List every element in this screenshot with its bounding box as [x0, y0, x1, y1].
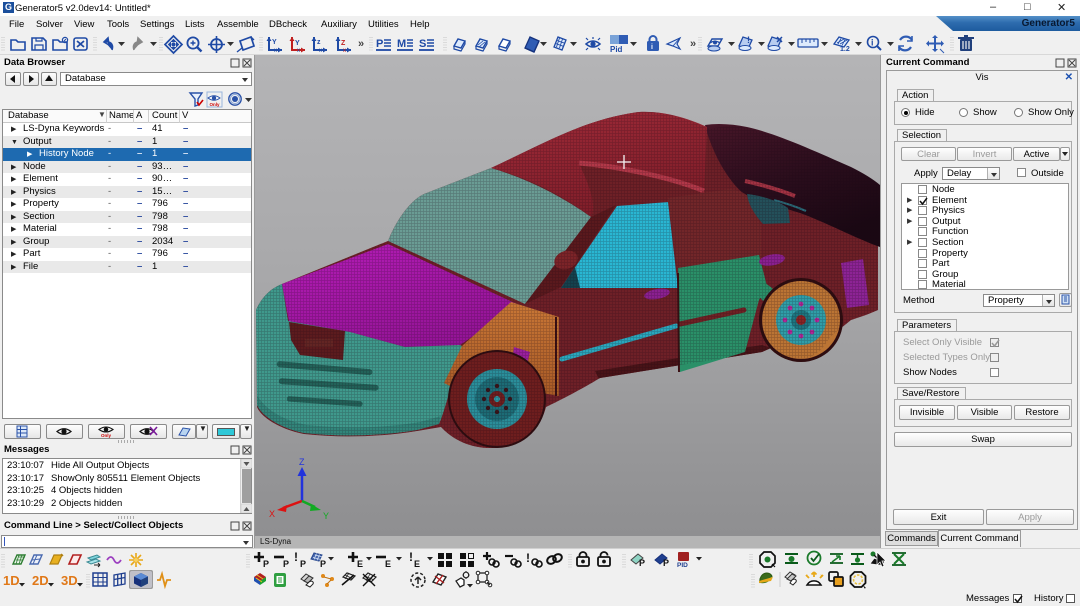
svg-text:Pid: Pid [610, 45, 623, 54]
svg-text:P: P [283, 559, 289, 569]
svg-text:x: x [274, 48, 277, 54]
svg-text:!: ! [526, 551, 530, 565]
svg-text:1D: 1D [3, 573, 20, 588]
svg-text:P: P [376, 38, 383, 50]
svg-text:X: X [269, 509, 275, 519]
svg-text:3D: 3D [61, 573, 78, 588]
svg-text:i: i [651, 44, 653, 51]
svg-text:»: » [358, 38, 364, 50]
svg-text:E: E [414, 559, 420, 569]
svg-text:2D: 2D [32, 573, 49, 588]
svg-text:P: P [263, 559, 269, 569]
svg-text:!: ! [747, 35, 750, 45]
svg-text:Z: Z [299, 457, 305, 467]
svg-text:z: z [317, 39, 321, 46]
svg-text:!: ! [409, 550, 413, 564]
svg-text:Y: Y [323, 511, 329, 521]
svg-text:S: S [419, 38, 426, 50]
svg-text:P: P [300, 559, 306, 569]
svg-text:!: ! [294, 550, 298, 564]
svg-text:Y: Y [272, 39, 277, 46]
svg-text:x: x [343, 48, 346, 54]
svg-text:Z: Z [341, 40, 346, 47]
svg-text:Only: Only [210, 102, 220, 107]
svg-text:x: x [297, 48, 300, 54]
svg-text:PID: PID [677, 562, 688, 569]
svg-text:E: E [385, 559, 391, 569]
svg-text:Y: Y [295, 40, 300, 47]
svg-text:»: » [690, 38, 696, 50]
svg-text:i: i [871, 38, 874, 48]
svg-text:P: P [663, 558, 669, 568]
svg-text:P: P [639, 558, 645, 568]
svg-text:x: x [319, 48, 322, 54]
svg-text:1.2: 1.2 [840, 46, 850, 53]
svg-text:P: P [320, 559, 326, 569]
svg-text:E: E [357, 559, 363, 569]
svg-text:M: M [397, 38, 406, 50]
svg-text:Only: Only [101, 433, 111, 438]
